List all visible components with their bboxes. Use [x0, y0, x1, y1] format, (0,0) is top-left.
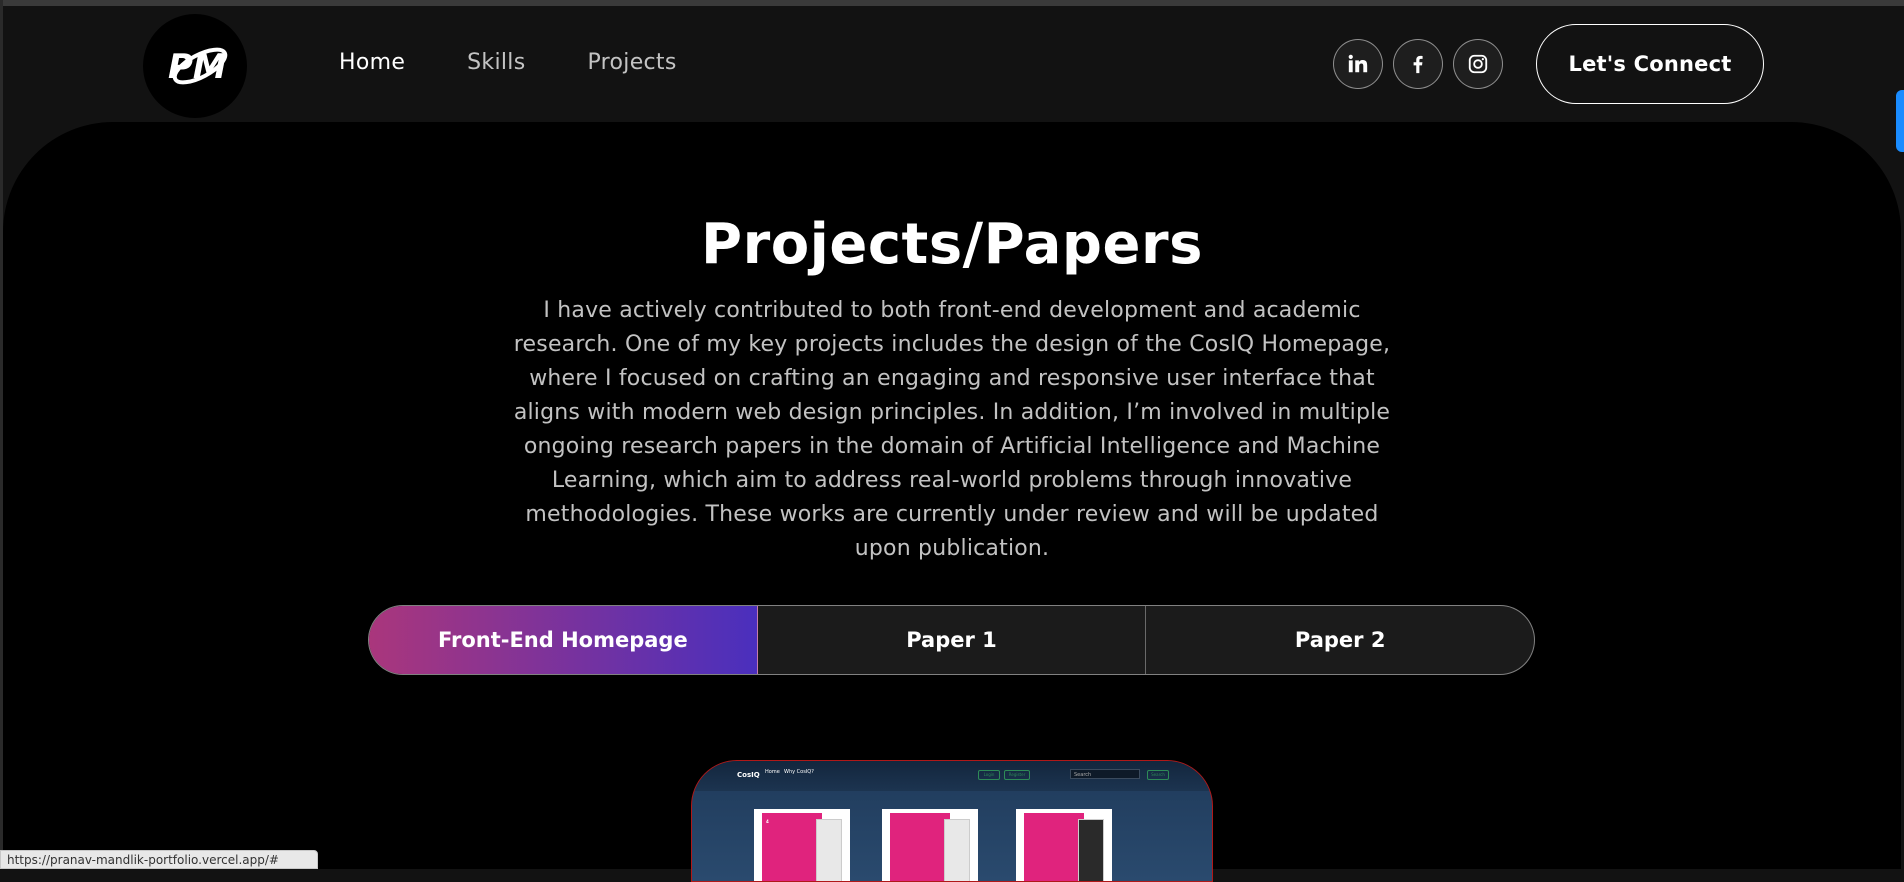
navbar: PM Home Skills Projects Let's Connect	[3, 6, 1901, 122]
instagram-icon	[1468, 54, 1488, 74]
projects-section: Projects/Papers I have actively contribu…	[3, 122, 1901, 882]
tab-paper-1[interactable]: Paper 1	[758, 606, 1147, 674]
preview-search-button: Search	[1147, 770, 1169, 780]
product-box-image: 4	[762, 813, 822, 881]
product-box-image	[1024, 813, 1084, 881]
projects-description: I have actively contributed to both fron…	[513, 298, 1391, 561]
logo-text: PM	[168, 47, 227, 87]
scroll-indicator[interactable]	[1896, 90, 1904, 152]
facebook-button[interactable]	[1393, 39, 1443, 89]
browser-status-url: https://pranav-mandlik-portfolio.vercel.…	[0, 850, 318, 869]
product-tube-image	[1078, 819, 1104, 881]
product-tube-image	[816, 819, 842, 881]
preview-logo: CosIQ	[737, 771, 760, 779]
nav-link-projects[interactable]: Projects	[587, 50, 676, 75]
linkedin-button[interactable]	[1333, 39, 1383, 89]
tab-paper-2[interactable]: Paper 2	[1146, 606, 1534, 674]
preview-product-card: 4	[754, 809, 850, 881]
pm-logo-icon: PM	[168, 47, 228, 87]
project-tabs: Front-End Homepage Paper 1 Paper 2	[368, 605, 1535, 675]
preview-navbar: CosIQ Home Why CosIQ? Login Register Sea…	[692, 761, 1212, 791]
nav-link-skills[interactable]: Skills	[467, 50, 525, 75]
nav-link-home[interactable]: Home	[339, 50, 405, 75]
logo[interactable]: PM	[143, 14, 247, 118]
product-box-image	[890, 813, 950, 881]
tab-front-end-homepage[interactable]: Front-End Homepage	[369, 606, 758, 674]
preview-product-card	[882, 809, 978, 881]
product-number: 4	[766, 819, 769, 824]
instagram-button[interactable]	[1453, 39, 1503, 89]
preview-link-why: Why CosIQ?	[784, 769, 814, 775]
linkedin-icon	[1348, 54, 1368, 73]
preview-product-card	[1016, 809, 1112, 881]
facebook-icon	[1413, 55, 1423, 74]
preview-search-input: Search	[1070, 769, 1140, 779]
preview-login-button: Login	[978, 770, 1000, 780]
page-title: Projects/Papers	[701, 212, 1203, 277]
lets-connect-button[interactable]: Let's Connect	[1536, 24, 1764, 104]
project-preview-image[interactable]: CosIQ Home Why CosIQ? Login Register Sea…	[691, 760, 1213, 882]
preview-register-button: Register	[1004, 770, 1030, 780]
nav-links: Home Skills Projects	[339, 50, 739, 75]
preview-link-home: Home	[765, 769, 780, 775]
product-tube-image	[944, 819, 970, 881]
